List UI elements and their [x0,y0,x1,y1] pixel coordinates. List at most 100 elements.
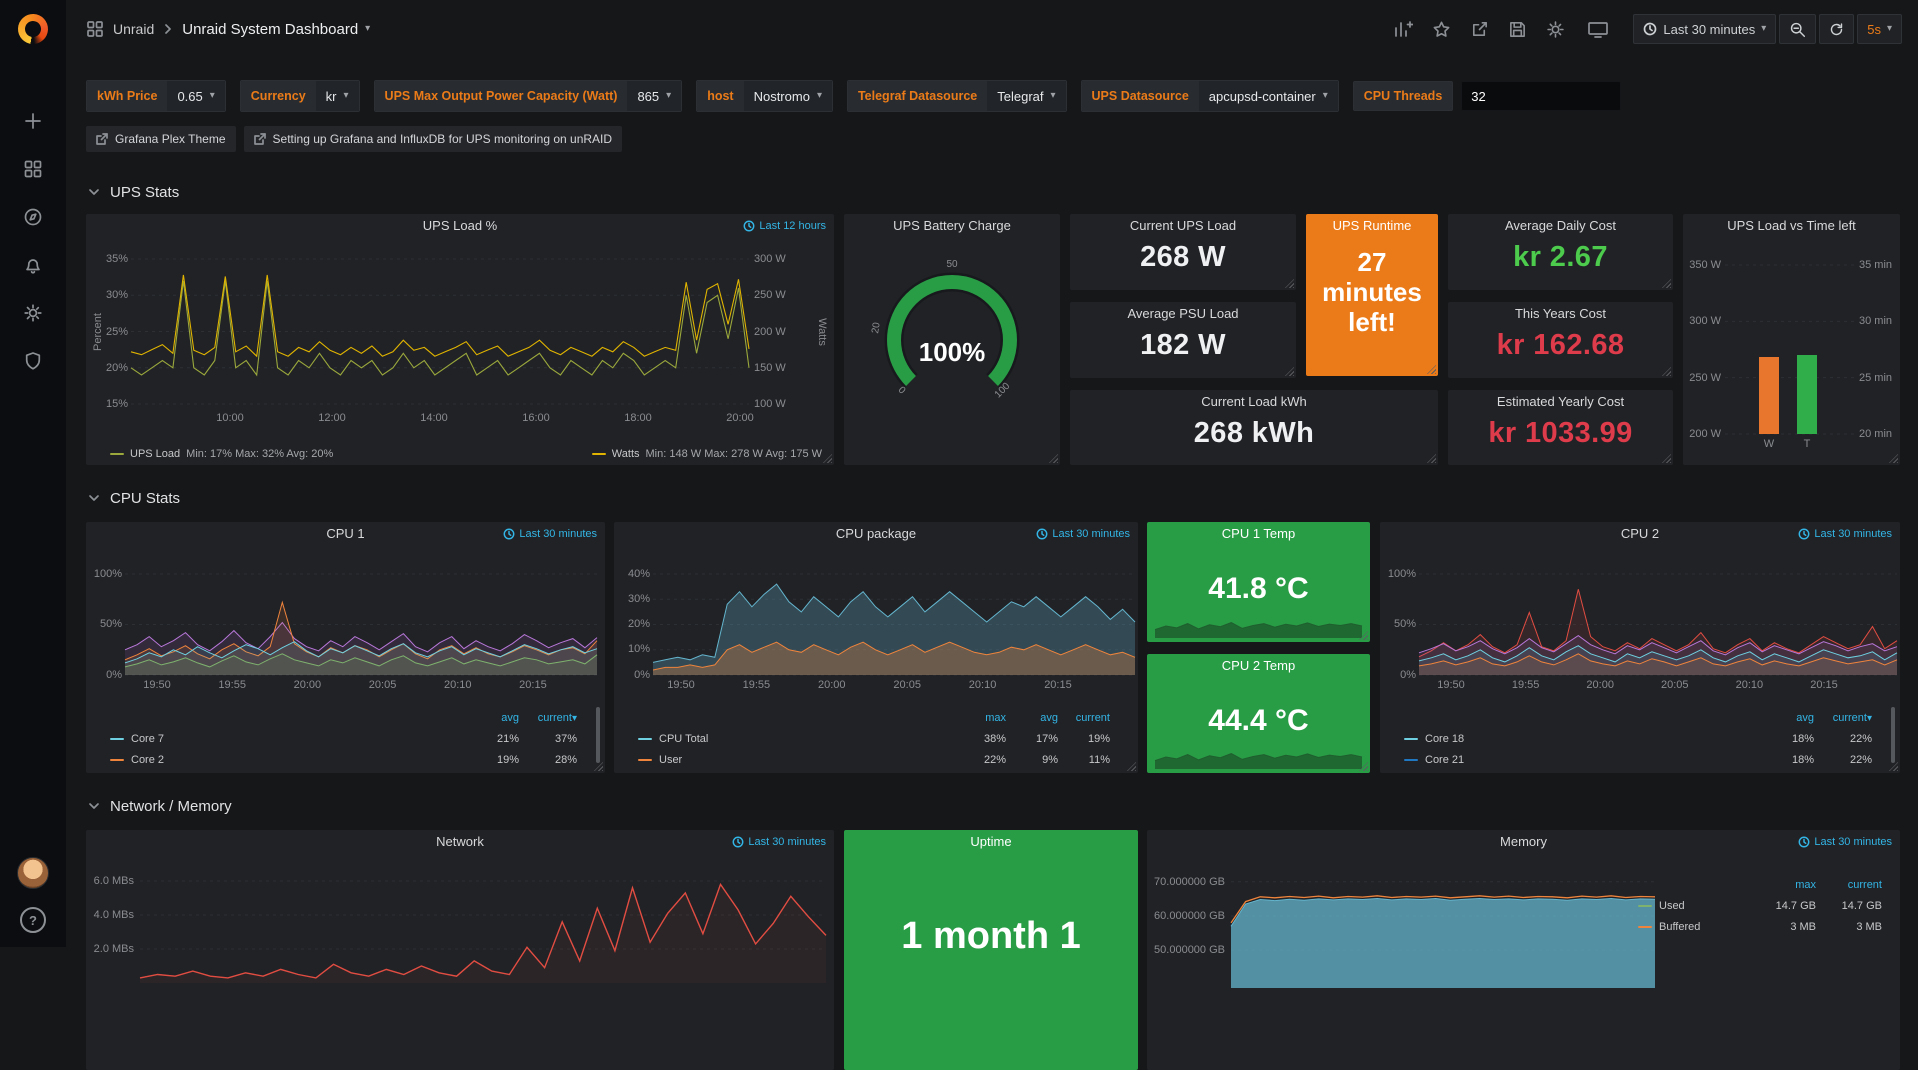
legend-series-core21[interactable]: Core 21 [1404,754,1756,766]
refresh-interval-label: 5s [1867,22,1881,37]
panel-resize-handle[interactable] [1889,454,1898,463]
x-axis-tick: 20:10 [963,679,1003,691]
legend-col-current[interactable]: current▾ [1814,712,1872,724]
legend-scrollbar[interactable] [596,707,600,763]
user-avatar[interactable] [17,857,49,889]
legend-col-avg[interactable]: avg [1756,712,1814,724]
panel-resize-handle[interactable] [1427,454,1436,463]
breadcrumb-folder[interactable]: Unraid [113,21,154,37]
panel-title[interactable]: This Years Cost [1448,302,1673,326]
star-dashboard-button[interactable] [1432,20,1451,39]
panel-title[interactable]: CPU 2 Temp [1147,654,1370,678]
sidebar-explore-button[interactable] [13,202,53,232]
cpu2-chart [1419,574,1897,675]
panel-title[interactable]: CPU 1 Temp [1147,522,1370,546]
sidebar-alerting-button[interactable] [13,250,53,280]
panel-resize-handle[interactable] [1285,367,1294,376]
panel-title[interactable]: Current UPS Load [1070,214,1296,238]
grafana-logo[interactable] [14,10,52,48]
panel-resize-handle[interactable] [1662,454,1671,463]
sidebar-dashboards-button[interactable] [13,154,53,184]
panel-title[interactable]: UPS Load % [86,214,834,238]
panel-title[interactable]: UPS Load vs Time left [1683,214,1900,238]
variable-host: host Nostromo▾ [696,80,833,112]
legend-col-current[interactable]: current [1816,879,1882,891]
refresh-interval-button[interactable]: 5s ▾ [1857,14,1902,44]
save-dashboard-button[interactable] [1508,20,1527,39]
row-header-cpu-stats[interactable]: CPU Stats [88,486,180,510]
legend-series-used[interactable]: Used [1638,900,1750,912]
row-title: UPS Stats [110,184,179,201]
row-header-ups-stats[interactable]: UPS Stats [88,180,179,204]
panel-title[interactable]: Average PSU Load [1070,302,1296,326]
series-color-dash [1404,738,1418,740]
sidebar-configuration-button[interactable] [13,298,53,328]
refresh-button[interactable] [1819,14,1854,44]
dashboard-link-ups-monitoring-guide[interactable]: Setting up Grafana and InfluxDB for UPS … [244,126,623,152]
y-axis-tick: 200 W [1685,428,1721,440]
legend-series-core18[interactable]: Core 18 [1404,733,1756,745]
sidebar-create-button[interactable] [13,106,53,136]
panel-resize-handle[interactable] [1662,367,1671,376]
panel-title[interactable]: Estimated Yearly Cost [1448,390,1673,414]
panel-title[interactable]: Uptime [844,830,1138,854]
variable-value-dropdown[interactable]: 865▾ [627,81,681,111]
x-axis-tick: 19:55 [736,679,776,691]
dashboard-link-grafana-plex-theme[interactable]: Grafana Plex Theme [86,126,236,152]
share-dashboard-button[interactable] [1470,20,1489,39]
legend-col-avg[interactable]: avg [1006,712,1058,724]
panel-title[interactable]: Current Load kWh [1070,390,1438,414]
time-picker-button[interactable]: Last 30 minutes ▾ [1633,14,1776,44]
add-panel-button[interactable] [1393,19,1413,39]
legend-series-buffered[interactable]: Buffered [1638,921,1750,933]
panel-resize-handle[interactable] [1285,279,1294,288]
cpu-threads-input[interactable] [1461,81,1621,111]
variable-value-dropdown[interactable]: Nostromo▾ [744,81,832,111]
time-info-label: Last 30 minutes [1814,528,1892,540]
time-info-label: Last 30 minutes [748,836,826,848]
legend-col-avg[interactable]: avg [461,712,519,724]
dashboard-settings-button[interactable] [1546,20,1565,39]
legend-series-core7[interactable]: Core 7 [110,733,461,745]
variable-value-dropdown[interactable]: kr▾ [316,81,359,111]
legend-col-max[interactable]: max [1750,879,1816,891]
panel-resize-handle[interactable] [1427,365,1436,374]
panel-title[interactable]: UPS Runtime [1306,214,1438,238]
legend-value: 22% [954,754,1006,766]
x-axis-tick: 10:00 [210,412,250,424]
tv-cycle-view-button[interactable] [1587,19,1609,39]
legend-scrollbar[interactable] [1891,707,1895,763]
panel-title[interactable]: Average Daily Cost [1448,214,1673,238]
panel-title[interactable]: UPS Battery Charge [844,214,1060,238]
variable-value-dropdown[interactable]: Telegraf▾ [987,81,1065,111]
caret-down-icon: ▾ [344,91,349,101]
legend-series-core2[interactable]: Core 2 [110,754,461,766]
variable-ups-max-power: UPS Max Output Power Capacity (Watt) 865… [374,80,683,112]
variable-label: kWh Price [87,81,167,111]
y-axis-tick: 30% [616,593,650,605]
legend-col-current[interactable]: current [1058,712,1110,724]
zoom-out-time-button[interactable] [1779,14,1816,44]
legend-value: 3 MB [1750,921,1816,933]
row-header-network-memory[interactable]: Network / Memory [88,794,232,818]
panel-resize-handle[interactable] [1662,279,1671,288]
dashboard-title-dropdown[interactable]: Unraid System Dashboard ▾ [182,21,370,38]
legend-series-ups-load[interactable]: UPS Load Min: 17% Max: 32% Avg: 20% [110,448,333,460]
variable-value-dropdown[interactable]: 0.65▾ [167,81,224,111]
panel-resize-handle[interactable] [823,454,832,463]
legend-col-current[interactable]: current▾ [519,712,577,724]
legend-series-user[interactable]: User [638,754,954,766]
legend-col-max[interactable]: max [954,712,1006,724]
legend-series-cpu-total[interactable]: CPU Total [638,733,954,745]
chart-legend: avg current▾ Core 7 21% 37% Core 2 19% 2… [86,707,605,770]
template-variables-row: kWh Price 0.65▾ Currency kr▾ UPS Max Out… [86,80,1621,112]
panel-title[interactable]: Network [86,830,834,854]
help-icon[interactable]: ? [20,907,46,933]
sidebar-server-admin-button[interactable] [13,346,53,376]
variable-value-dropdown[interactable]: apcupsd-container▾ [1199,81,1338,111]
legend-series-watts[interactable]: Watts Min: 148 W Max: 278 W Avg: 175 W [592,448,822,460]
legend-row: User 22% 9% 11% [614,749,1138,770]
panel-resize-handle[interactable] [1049,454,1058,463]
legend-value: 37% [519,733,577,745]
panel-title[interactable]: Memory [1147,830,1900,854]
